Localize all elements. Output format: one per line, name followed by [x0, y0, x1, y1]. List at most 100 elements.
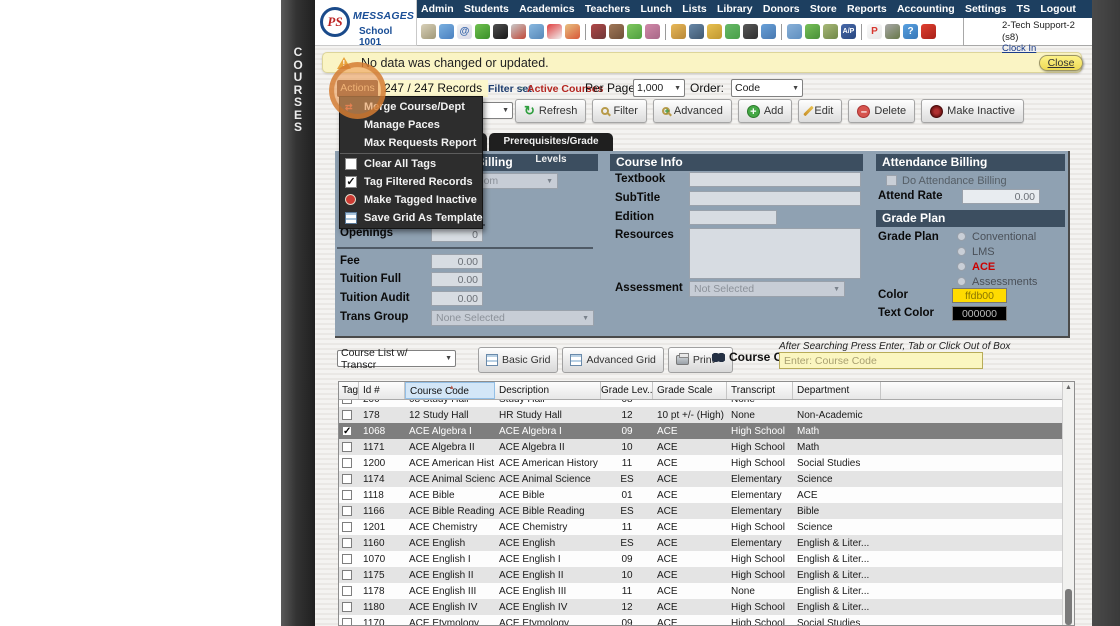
tag-checkbox[interactable]: ✓ — [342, 426, 352, 436]
menu-item-merge-course-dept[interactable]: Merge Course/Dept⇄ — [340, 98, 482, 116]
course-code-search-input[interactable] — [779, 352, 983, 369]
advanced-button[interactable]: Advanced — [653, 99, 732, 123]
clock-icon[interactable] — [761, 24, 776, 39]
table-row[interactable]: 1178ACE English IIIACE English III11ACEN… — [339, 583, 1074, 599]
student-icon[interactable] — [609, 24, 624, 39]
nav-item-admin[interactable]: Admin — [421, 3, 454, 15]
tag-checkbox[interactable] — [342, 506, 352, 516]
announce-icon[interactable] — [565, 24, 580, 39]
tag-checkbox[interactable] — [342, 586, 352, 596]
make-inactive-button[interactable]: Make Inactive — [921, 99, 1024, 123]
tuition-audit-input[interactable] — [431, 291, 483, 306]
scrollbar-thumb[interactable] — [1065, 589, 1072, 625]
search-icon[interactable] — [421, 24, 436, 39]
table-row[interactable]: 1200ACE American Hist...ACE American His… — [339, 455, 1074, 471]
table-row[interactable]: 1201ACE ChemistryACE Chemistry11ACEHigh … — [339, 519, 1074, 535]
refresh-button[interactable]: ↻Refresh — [515, 99, 586, 123]
radio-ace[interactable] — [957, 262, 966, 271]
table-row[interactable]: 20008 Study HallStudy Hall08None — [339, 400, 1074, 407]
photo-calendar-icon[interactable] — [529, 24, 544, 39]
add-student-icon[interactable] — [591, 24, 606, 39]
menu-item-max-requests-report[interactable]: Max Requests Report — [340, 134, 482, 152]
pdf-icon[interactable]: P — [867, 24, 882, 39]
card-icon[interactable] — [805, 24, 820, 39]
tag-checkbox[interactable] — [342, 554, 352, 564]
order-select[interactable]: Code▼ — [731, 79, 803, 97]
menu-item-make-tagged-inactive[interactable]: Make Tagged Inactive — [340, 191, 482, 209]
add-button[interactable]: +Add — [738, 99, 793, 123]
tag-checkbox[interactable] — [342, 458, 352, 468]
chat-icon[interactable] — [475, 24, 490, 39]
column-header-tag[interactable]: Tag — [339, 382, 359, 399]
edit-button[interactable]: Edit — [798, 99, 842, 123]
tag-checkbox[interactable] — [342, 618, 352, 625]
column-header-id-#[interactable]: Id # — [359, 382, 405, 399]
text-color-value-field[interactable]: 000000 — [952, 306, 1007, 321]
table-row[interactable]: 1171ACE Algebra IIACE Algebra II10ACEHig… — [339, 439, 1074, 455]
nav-item-teachers[interactable]: Teachers — [585, 3, 630, 15]
column-header-department[interactable]: Department — [793, 382, 881, 399]
nav-item-reports[interactable]: Reports — [847, 3, 887, 15]
tag-checkbox[interactable] — [342, 474, 352, 484]
tab-prerequisites-grade-levels[interactable]: Prerequisites/Grade Levels — [489, 133, 613, 151]
nav-item-store[interactable]: Store — [810, 3, 837, 15]
scroll-up-arrow[interactable]: ▲ — [1063, 384, 1074, 391]
column-header-course-code[interactable]: Course Code — [405, 382, 495, 399]
nav-item-accounting[interactable]: Accounting — [897, 3, 955, 15]
library-icon[interactable] — [689, 24, 704, 39]
attend-rate-input[interactable] — [962, 189, 1040, 204]
nav-item-donors[interactable]: Donors — [763, 3, 800, 15]
tag-checkbox[interactable] — [342, 410, 352, 420]
nav-item-settings[interactable]: Settings — [965, 3, 1006, 15]
column-header-grade-scale[interactable]: Grade Scale — [653, 382, 727, 399]
nav-item-logout[interactable]: Logout — [1040, 3, 1076, 15]
subtitle-input[interactable] — [689, 191, 861, 206]
grid-view-select[interactable]: Course List w/ Transcr▼ — [337, 350, 456, 367]
nav-item-students[interactable]: Students — [464, 3, 509, 15]
table-row[interactable]: 1174ACE Animal ScienceACE Animal Science… — [339, 471, 1074, 487]
table-row[interactable]: 1170ACE EtymologyACE Etymology09ACEHigh … — [339, 615, 1074, 625]
table-scrollbar[interactable]: ▲ — [1062, 382, 1074, 625]
printer-icon[interactable] — [885, 24, 900, 39]
menu-item-tag-filtered-records[interactable]: Tag Filtered Records✓ — [340, 173, 482, 191]
table-row[interactable]: 1118ACE BibleACE Bible01ACEElementaryACE — [339, 487, 1074, 503]
table-row[interactable]: 1180ACE English IVACE English IV12ACEHig… — [339, 599, 1074, 615]
tag-checkbox[interactable] — [342, 400, 352, 404]
export-icon[interactable] — [725, 24, 740, 39]
staff-icon[interactable] — [743, 24, 758, 39]
horn-icon[interactable] — [707, 24, 722, 39]
table-row[interactable]: 1175ACE English IIACE English II10ACEHig… — [339, 567, 1074, 583]
assessment-select[interactable]: Not Selected▼ — [689, 281, 845, 297]
tag-checkbox[interactable] — [342, 538, 352, 548]
tuition-full-input[interactable] — [431, 272, 483, 287]
table-row[interactable]: 1070ACE English IACE English I09ACEHigh … — [339, 551, 1074, 567]
radio-lms[interactable] — [957, 247, 966, 256]
calendar-grid-icon[interactable] — [439, 24, 454, 39]
table-row[interactable]: ✓1068ACE Algebra IACE Algebra I09ACEHigh… — [339, 423, 1074, 439]
per-page-select[interactable]: 1,000▼ — [633, 79, 685, 97]
tag-checkbox[interactable] — [342, 570, 352, 580]
resources-textarea[interactable] — [689, 228, 861, 279]
notification-close-button[interactable]: Close — [1039, 55, 1083, 71]
tag-checkbox[interactable] — [342, 522, 352, 532]
table-row[interactable]: 1160ACE EnglishACE EnglishESACEElementar… — [339, 535, 1074, 551]
audio-icon[interactable] — [511, 24, 526, 39]
email-icon[interactable]: @ — [457, 24, 472, 39]
cash-icon[interactable] — [823, 24, 838, 39]
tag-checkbox[interactable] — [342, 602, 352, 612]
date-icon[interactable] — [547, 24, 562, 39]
radio-conventional[interactable] — [957, 232, 966, 241]
column-header-transcript[interactable]: Transcript — [727, 382, 793, 399]
lunch-icon[interactable] — [671, 24, 686, 39]
table-row[interactable]: 17812 Study HallHR Study Hall1210 pt +/-… — [339, 407, 1074, 423]
column-header-description[interactable]: Description — [495, 382, 601, 399]
help-icon[interactable]: ? — [903, 24, 918, 39]
nav-item-lunch[interactable]: Lunch — [640, 3, 672, 15]
delete-button[interactable]: –Delete — [848, 99, 915, 123]
nav-item-academics[interactable]: Academics — [519, 3, 574, 15]
column-header-grade-lev-[interactable]: Grade Lev... — [601, 382, 653, 399]
radio-assessments[interactable] — [957, 277, 966, 286]
actions-button[interactable]: Actions — [337, 80, 378, 97]
menu-item-save-grid-as-template[interactable]: Save Grid As Template — [340, 209, 482, 227]
power-icon[interactable] — [921, 24, 936, 39]
